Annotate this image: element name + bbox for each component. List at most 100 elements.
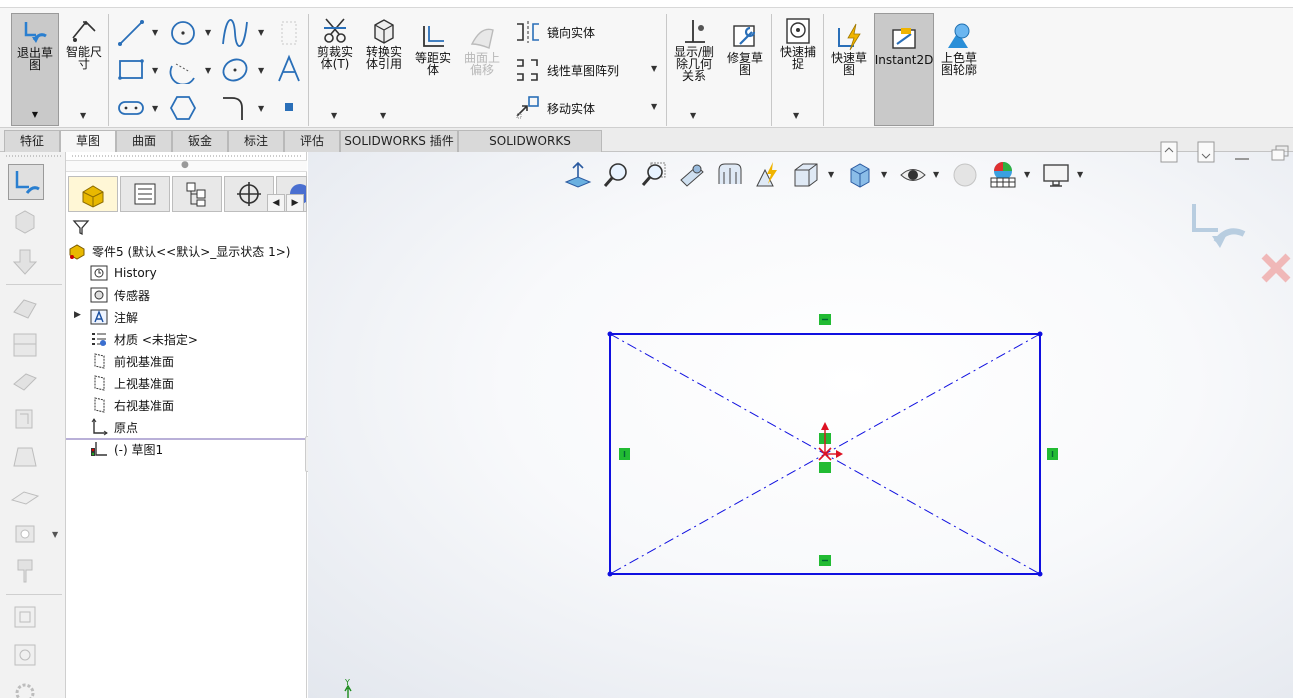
- view-orientation-icon[interactable]: [10, 602, 40, 632]
- more-tools-dropdown-icon[interactable]: ▼: [52, 530, 58, 539]
- offset-entities-button[interactable]: 等距实 体: [411, 22, 455, 76]
- convert-dropdown-icon[interactable]: ▼: [380, 111, 386, 120]
- relation-markers[interactable]: [619, 314, 1058, 566]
- tree-item-top-plane[interactable]: 上视基准面: [90, 373, 174, 393]
- title-strip: [0, 0, 1293, 8]
- point-icon[interactable]: [282, 100, 296, 114]
- tab-evaluate[interactable]: 评估: [284, 130, 340, 152]
- quick-snaps-button[interactable]: 快速捕 捉: [775, 16, 821, 70]
- tabs-scroll-right-icon[interactable]: ▶: [286, 194, 304, 212]
- instant2d-button[interactable]: Instant2D: [874, 13, 934, 126]
- arc-icon[interactable]: [168, 56, 198, 84]
- linear-pattern-dropdown-icon[interactable]: ▼: [651, 64, 657, 73]
- trim-entities-button[interactable]: 剪裁实 体(T): [313, 16, 357, 70]
- slot-dropdown-icon[interactable]: ▼: [152, 104, 158, 113]
- trim-dropdown-icon[interactable]: ▼: [331, 111, 337, 120]
- exit-sketch-side-button[interactable]: [8, 164, 44, 200]
- exit-sketch-dropdown-icon[interactable]: ▼: [32, 109, 38, 121]
- graphics-area[interactable]: ▼ ▼ ▼ ▼ ▼ Y: [308, 141, 1293, 698]
- rapid-sketch-icon: [838, 23, 861, 51]
- bar-grip: [6, 155, 62, 157]
- rib-icon[interactable]: [10, 366, 40, 396]
- tree-item-history[interactable]: History: [90, 263, 157, 283]
- exit-sketch-button[interactable]: 退出草 图 ▼: [11, 13, 59, 126]
- fillet-icon[interactable]: [220, 94, 250, 122]
- settings-gear-icon[interactable]: [10, 678, 40, 698]
- shaded-sketch-contours-button[interactable]: 上色草 图轮廓: [936, 22, 982, 76]
- tab-features[interactable]: 特征: [4, 130, 60, 152]
- slot-icon[interactable]: [116, 94, 146, 122]
- rapid-sketch-button[interactable]: 快速草 图: [826, 22, 872, 76]
- line-dropdown-icon[interactable]: ▼: [152, 28, 158, 37]
- filter-icon[interactable]: [72, 218, 90, 236]
- material-icon: [90, 330, 108, 348]
- line-icon[interactable]: [116, 18, 146, 48]
- smart-dimension-dropdown-icon[interactable]: ▼: [80, 111, 86, 120]
- rectangle-dropdown-icon[interactable]: ▼: [152, 66, 158, 75]
- circle-dropdown-icon[interactable]: ▼: [205, 28, 211, 37]
- splitter-dot-icon: ●: [181, 160, 189, 170]
- tree-item-right-plane[interactable]: 右视基准面: [90, 395, 174, 415]
- shell-icon[interactable]: [10, 404, 40, 434]
- display-delete-relations-button[interactable]: 显示/删 除几何 关系: [670, 16, 718, 82]
- tree-item-material[interactable]: 材质 <未指定>: [90, 329, 198, 349]
- tab-surfaces[interactable]: 曲面: [116, 130, 172, 152]
- ellipse-dropdown-icon[interactable]: ▼: [258, 66, 264, 75]
- plane-icon[interactable]: [10, 482, 40, 512]
- ellipse-icon[interactable]: [220, 56, 250, 84]
- move-entities-label[interactable]: 移动实体: [547, 100, 595, 117]
- mirror-entities-icon[interactable]: [513, 20, 543, 44]
- section-view-icon[interactable]: [10, 640, 40, 670]
- linear-pattern-label[interactable]: 线性草图阵列: [547, 62, 619, 79]
- extruded-cut-icon[interactable]: [10, 246, 40, 276]
- tab-sketch[interactable]: 草图: [60, 130, 116, 152]
- tab-featuremanager-tree[interactable]: [68, 176, 118, 212]
- tab-markup[interactable]: 标注: [228, 130, 284, 152]
- fillet-dropdown-icon[interactable]: ▼: [258, 104, 264, 113]
- tree-item-annotations[interactable]: 注解: [90, 307, 138, 327]
- tab-sheet-metal[interactable]: 钣金: [172, 130, 228, 152]
- quick-snaps-dropdown-icon[interactable]: ▼: [793, 111, 799, 120]
- polygon-icon[interactable]: [168, 94, 198, 122]
- tree-item-sensors[interactable]: 传感器: [90, 285, 150, 305]
- tab-property-manager[interactable]: [120, 176, 170, 212]
- smart-dimension-button[interactable]: 智能尺 寸: [62, 16, 106, 70]
- offset-on-surface-button[interactable]: 曲面上 偏移: [460, 22, 504, 76]
- mirror-entities-label[interactable]: 镜向实体: [547, 24, 595, 41]
- circle-icon[interactable]: [168, 18, 198, 48]
- tree-item-origin[interactable]: 原点: [90, 417, 138, 437]
- mirror-feature-icon[interactable]: [10, 556, 40, 586]
- text-icon[interactable]: [274, 54, 304, 84]
- tree-item-front-plane[interactable]: 前视基准面: [90, 351, 174, 371]
- annotations-expand-icon[interactable]: ▶: [74, 310, 81, 320]
- repair-sketch-button[interactable]: 修复草 图: [722, 22, 768, 76]
- featuremanager-icon: [82, 185, 104, 208]
- arc-dropdown-icon[interactable]: ▼: [205, 66, 211, 75]
- sensors-icon: [90, 286, 108, 304]
- tree-root-part[interactable]: 零件5 (默认<<默认>_显示状态 1>): [68, 241, 290, 261]
- panel-splitter[interactable]: ●: [66, 160, 307, 172]
- extrude-boss-icon[interactable]: [10, 206, 40, 236]
- tree-item-sketch1[interactable]: (-) 草图1: [90, 439, 163, 459]
- draft-icon[interactable]: [10, 442, 40, 472]
- rectangle-icon[interactable]: [116, 56, 146, 84]
- trim-icon: [324, 18, 346, 43]
- move-entities-icon[interactable]: [513, 94, 543, 122]
- sketch-command-bar: ▼: [0, 152, 66, 698]
- spline-dropdown-icon[interactable]: ▼: [258, 28, 264, 37]
- tabs-scroll-left-icon[interactable]: ◀: [267, 194, 285, 212]
- configuration-manager-icon: [186, 182, 206, 207]
- loft-icon[interactable]: [10, 330, 40, 360]
- exit-sketch-side-icon: [15, 171, 40, 194]
- spline-icon[interactable]: [220, 18, 250, 48]
- relations-dropdown-icon[interactable]: ▼: [690, 111, 696, 120]
- linear-pattern-icon[interactable]: [513, 56, 543, 84]
- tab-configuration-manager[interactable]: [172, 176, 222, 212]
- move-dropdown-icon[interactable]: ▼: [651, 102, 657, 111]
- sweep-icon[interactable]: [10, 292, 40, 322]
- hole-wizard-icon[interactable]: [10, 518, 40, 548]
- tab-solidworks-addins[interactable]: SOLIDWORKS 插件: [340, 130, 458, 152]
- divider: [6, 594, 62, 595]
- tab-solidworks-inspection[interactable]: SOLIDWORKS Inspection: [458, 130, 602, 168]
- convert-entities-button[interactable]: 转换实 体引用: [362, 16, 406, 70]
